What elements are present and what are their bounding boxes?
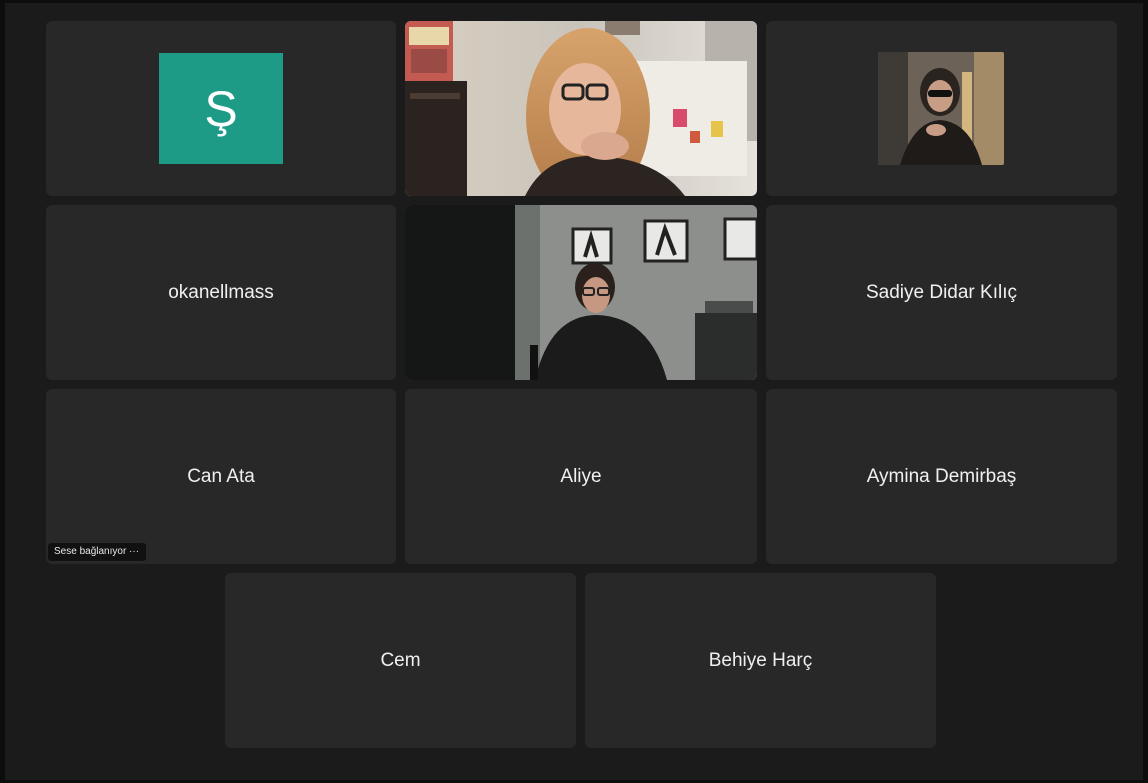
participant-tile[interactable]: Can Ata Sese bağlanıyor ···	[46, 389, 396, 564]
profile-photo	[878, 52, 1004, 165]
participant-name: Cem	[380, 649, 421, 671]
participant-tile-video-1[interactable]	[405, 21, 757, 196]
connecting-audio-status: Sese bağlanıyor ···	[48, 543, 147, 561]
participant-tile[interactable]: Behiye Harç	[585, 573, 936, 748]
participant-name: Aymina Demirbaş	[866, 465, 1017, 487]
participant-name: Sadiye Didar Kılıç	[865, 281, 1017, 303]
participant-tile[interactable]: Aymina Demirbaş	[766, 389, 1117, 564]
participant-tile[interactable]: Cem	[225, 573, 576, 748]
participant-tile-photo[interactable]	[766, 21, 1117, 196]
participant-tile-video-active-speaker[interactable]	[405, 205, 757, 380]
video-feed-woman	[405, 21, 757, 196]
avatar: Ş	[159, 53, 283, 164]
video-feed-man	[405, 205, 757, 380]
participant-name: okanellmass	[168, 281, 274, 303]
participant-name: Aliye	[560, 465, 602, 487]
participant-name: Behiye Harç	[708, 649, 813, 671]
participant-tile[interactable]: Sadiye Didar Kılıç	[766, 205, 1117, 380]
participant-tile[interactable]: okanellmass	[46, 205, 396, 380]
avatar-initial: Ş	[204, 80, 238, 137]
meeting-grid: Ş okanellmass Sadiye Didar Kılıç Can Ata…	[5, 3, 1143, 780]
participant-name: Can Ata	[187, 465, 255, 487]
participant-tile[interactable]: Aliye	[405, 389, 757, 564]
participant-tile-avatar[interactable]: Ş	[46, 21, 396, 196]
